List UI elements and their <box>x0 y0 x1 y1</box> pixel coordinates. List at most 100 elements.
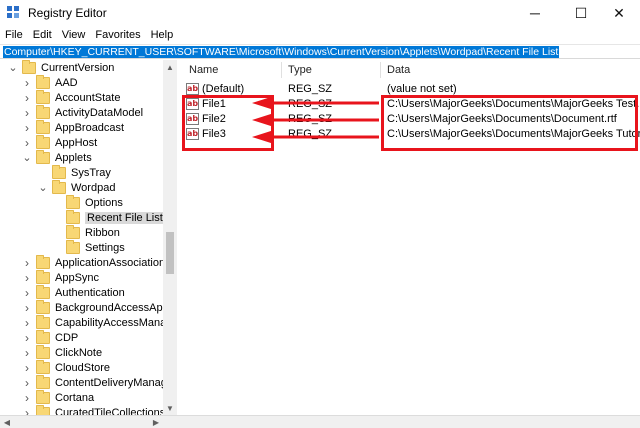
chevron-right-icon[interactable]: › <box>22 330 32 345</box>
minimize-button[interactable]: ─ <box>512 0 558 26</box>
chevron-right-icon[interactable]: › <box>22 285 32 300</box>
tree-item-label: CDP <box>55 331 79 344</box>
folder-icon <box>36 314 50 329</box>
tree-item-label: AccountState <box>55 91 121 104</box>
tree-item-activitydatamodel[interactable]: › ActivityDataModel <box>25 104 143 120</box>
folder-icon <box>36 374 50 389</box>
menu-file[interactable]: File <box>0 29 28 41</box>
chevron-down-icon[interactable]: ⌄ <box>22 150 32 165</box>
folder-icon <box>36 89 50 104</box>
folder-icon <box>52 164 66 179</box>
scroll-right-icon[interactable]: ▶ <box>149 416 163 428</box>
tree-item-aad[interactable]: › AAD <box>25 74 78 90</box>
tree-item-label: CloudStore <box>55 361 111 374</box>
chevron-right-icon[interactable]: › <box>22 360 32 375</box>
address-bar[interactable]: Computer\HKEY_CURRENT_USER\SOFTWARE\Micr… <box>0 44 640 59</box>
tree-item-appbroadcast[interactable]: › AppBroadcast <box>25 119 124 135</box>
tree-item-settings[interactable]: Settings <box>66 239 125 255</box>
horizontal-scrollbar[interactable]: ◀ ▶ <box>0 415 640 428</box>
tree-item-appsync[interactable]: › AppSync <box>25 269 100 285</box>
scroll-left-icon[interactable]: ◀ <box>0 416 14 428</box>
menu-favorites[interactable]: Favorites <box>90 29 145 41</box>
tree-item-cortana[interactable]: › Cortana <box>25 389 95 405</box>
tree-item-label: AppSync <box>55 271 100 284</box>
menu-edit[interactable]: Edit <box>28 29 57 41</box>
column-divider[interactable] <box>281 62 282 78</box>
chevron-down-icon[interactable]: ⌄ <box>8 60 18 75</box>
tree-item-recent-file-list[interactable]: Recent File List <box>66 209 165 225</box>
tree-item-apphost[interactable]: › AppHost <box>25 134 98 150</box>
tree-item-label: CuratedTileCollections <box>55 406 166 416</box>
scroll-down-icon[interactable]: ▼ <box>163 401 177 415</box>
chevron-right-icon[interactable]: › <box>22 120 32 135</box>
tree-item-systray[interactable]: SysTray <box>52 164 111 180</box>
close-button[interactable]: ✕ <box>598 0 640 26</box>
tree-item-label: BackgroundAccessApplic <box>55 301 177 314</box>
folder-icon <box>36 404 50 415</box>
tree-item-cdp[interactable]: › CDP <box>25 329 79 345</box>
folder-icon <box>66 239 80 254</box>
column-header-name[interactable]: Name <box>189 64 218 76</box>
tree-item-capabilityaccessmanage[interactable]: › CapabilityAccessManage <box>25 314 177 330</box>
tree-item-curatedtilecollections[interactable]: › CuratedTileCollections <box>25 404 166 416</box>
column-header-data[interactable]: Data <box>387 64 410 76</box>
tree-item-label: Authentication <box>55 286 125 299</box>
folder-icon <box>36 74 50 89</box>
tree-item-label: CapabilityAccessManage <box>55 316 177 329</box>
tree-item-cloudstore[interactable]: › CloudStore <box>25 359 111 375</box>
column-divider[interactable] <box>380 62 381 78</box>
folder-icon <box>36 254 50 269</box>
folder-icon <box>36 269 50 284</box>
column-header-type[interactable]: Type <box>288 64 312 76</box>
folder-icon <box>36 104 50 119</box>
chevron-right-icon[interactable]: › <box>22 255 32 270</box>
tree-item-backgroundaccessapplic[interactable]: › BackgroundAccessApplic <box>25 299 177 315</box>
tree-item-wordpad[interactable]: ⌄ Wordpad <box>38 179 115 195</box>
chevron-right-icon[interactable]: › <box>22 75 32 90</box>
chevron-right-icon[interactable]: › <box>22 345 32 360</box>
tree-item-label: ContentDeliveryManager <box>55 376 177 389</box>
value-type: REG_SZ <box>288 113 333 125</box>
folder-icon <box>66 224 80 239</box>
tree-item-applets[interactable]: ⌄ Applets <box>22 149 92 165</box>
tree-item-label: Cortana <box>55 391 95 404</box>
folder-icon <box>36 284 50 299</box>
tree-item-contentdeliverymanager[interactable]: › ContentDeliveryManager <box>25 374 177 390</box>
chevron-right-icon[interactable]: › <box>22 300 32 315</box>
tree-item-clicknote[interactable]: › ClickNote <box>25 344 103 360</box>
annotation-box-names <box>182 95 274 151</box>
tree-item-label: Ribbon <box>85 226 120 239</box>
tree-item-applicationassociationto[interactable]: › ApplicationAssociationTo <box>25 254 176 270</box>
chevron-right-icon[interactable]: › <box>22 90 32 105</box>
chevron-right-icon[interactable]: › <box>22 375 32 390</box>
chevron-right-icon[interactable]: › <box>22 405 32 416</box>
folder-icon <box>66 209 80 224</box>
tree-item-label: CurrentVersion <box>41 61 115 74</box>
address-path[interactable]: Computer\HKEY_CURRENT_USER\SOFTWARE\Micr… <box>3 45 560 58</box>
tree-item-ribbon[interactable]: Ribbon <box>66 224 120 240</box>
tree-item-accountstate[interactable]: › AccountState <box>25 89 121 105</box>
tree-item-label: AppHost <box>55 136 98 149</box>
tree-item-authentication[interactable]: › Authentication <box>25 284 125 300</box>
menu-help[interactable]: Help <box>146 29 179 41</box>
chevron-right-icon[interactable]: › <box>22 390 32 405</box>
scroll-thumb[interactable] <box>166 232 174 274</box>
chevron-right-icon[interactable]: › <box>22 105 32 120</box>
folder-icon <box>36 134 50 149</box>
menu-view[interactable]: View <box>57 29 91 41</box>
scroll-up-icon[interactable]: ▲ <box>163 60 177 74</box>
chevron-right-icon[interactable]: › <box>22 315 32 330</box>
tree-item-label: ClickNote <box>55 346 103 359</box>
chevron-right-icon[interactable]: › <box>22 135 32 150</box>
folder-icon <box>22 60 36 74</box>
tree-item-label: Recent File List <box>85 211 165 224</box>
chevron-right-icon[interactable]: › <box>22 270 32 285</box>
value-type: REG_SZ <box>288 98 333 110</box>
chevron-down-icon[interactable]: ⌄ <box>38 180 48 195</box>
tree-item-options[interactable]: Options <box>66 194 123 210</box>
window-title: Registry Editor <box>28 6 107 20</box>
tree-item-currentversion[interactable]: ⌄ CurrentVersion <box>8 60 115 75</box>
tree-vertical-scrollbar[interactable]: ▲ ▼ <box>163 60 177 415</box>
value-type: REG_SZ <box>288 128 333 140</box>
key-tree[interactable]: ⌄ CurrentVersion › AAD › AccountState › Activit… <box>0 60 177 415</box>
